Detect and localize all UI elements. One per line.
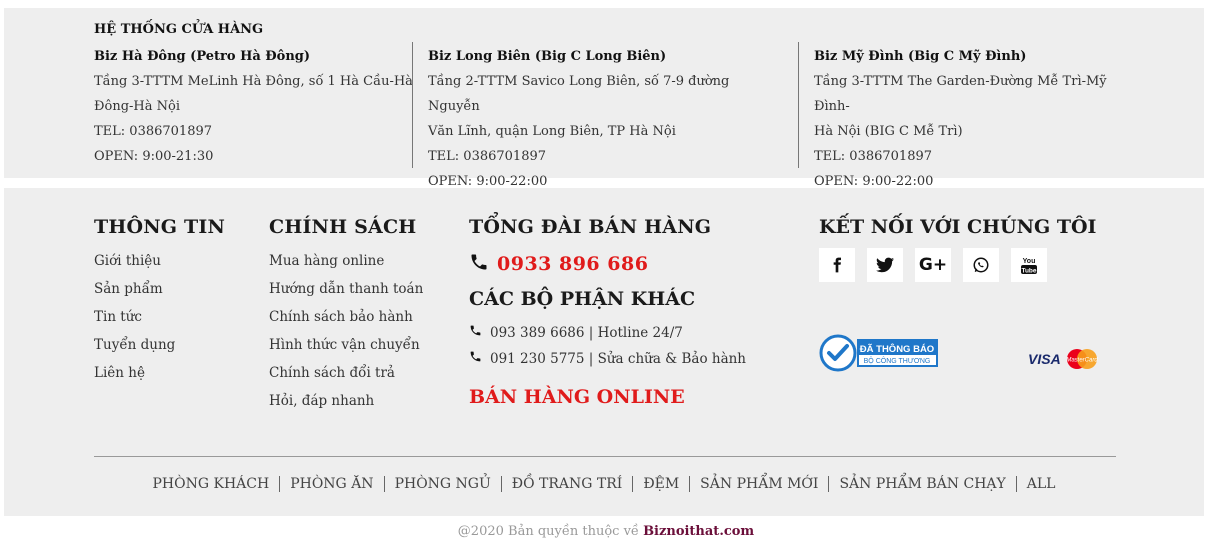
store-address: Tầng 3-TTTM MeLinh Hà Đông, số 1 Hà Cầu-… — [94, 74, 413, 89]
menu-item-mattress[interactable]: ĐỆM — [632, 476, 689, 492]
store-name: Biz Long Biên (Big C Long Biên) — [428, 49, 667, 64]
policy-title: CHÍNH SÁCH — [269, 216, 417, 238]
store-tel: TEL: 0386701897 — [428, 149, 547, 164]
payment-cards: VISA MasterCard — [1028, 348, 1099, 370]
menu-item-decor[interactable]: ĐỒ TRANG TRÍ — [500, 476, 633, 492]
department-phone[interactable]: 091 230 5775 | Sửa chữa & Bảo hành — [469, 350, 746, 367]
store-address: Tầng 2-TTTM Savico Long Biên, số 7-9 đườ… — [428, 74, 730, 114]
divider — [798, 42, 799, 168]
menu-item-dining-room[interactable]: PHÒNG ĂN — [279, 476, 383, 492]
google-plus-icon[interactable]: G+ — [915, 248, 951, 282]
badge-subtext: BỘ CÔNG THƯƠNG — [864, 356, 931, 365]
menu-item-all[interactable]: ALL — [1015, 476, 1066, 492]
store-system-section: HỆ THỐNG CỬA HÀNG Biz Hà Đông (Petro Hà … — [4, 8, 1204, 189]
youtube-icon[interactable]: You Tube — [1011, 248, 1047, 282]
info-title: THÔNG TIN — [94, 216, 226, 238]
info-link[interactable]: Liên hệ — [94, 362, 175, 390]
department-phone[interactable]: 093 389 6686 | Hotline 24/7 — [469, 324, 683, 341]
department-phone-text: 091 230 5775 | Sửa chữa & Bảo hành — [490, 350, 747, 367]
store-name: Biz Mỹ Đình (Big C Mỹ Đình) — [814, 49, 1027, 64]
hotline-number[interactable]: 0933 896 686 — [497, 253, 648, 275]
store-hours: OPEN: 9:00-21:30 — [94, 149, 214, 164]
footer-divider — [94, 456, 1116, 457]
phone-icon — [469, 350, 482, 367]
info-link[interactable]: Sản phẩm — [94, 278, 175, 306]
menu-item-bedroom[interactable]: PHÒNG NGỦ — [383, 476, 501, 492]
policy-link[interactable]: Hình thức vận chuyển — [269, 334, 423, 362]
online-sales-link[interactable]: BÁN HÀNG ONLINE — [469, 386, 685, 408]
store-name: Biz Hà Đông (Petro Hà Đông) — [94, 49, 311, 64]
brand-link[interactable]: Biznoithat.com — [643, 524, 754, 539]
footer-section: THÔNG TIN Giới thiệu Sản phẩm Tin tức Tu… — [4, 188, 1204, 516]
store-system-title: HỆ THỐNG CỬA HÀNG — [94, 22, 264, 37]
policy-links: Mua hàng online Hướng dẫn thanh toán Chí… — [269, 250, 423, 418]
svg-text:Tube: Tube — [1021, 268, 1036, 275]
copyright: @2020 Bản quyền thuộc về Biznoithat.com — [0, 524, 1212, 539]
twitter-icon[interactable] — [867, 248, 903, 282]
menu-item-new-products[interactable]: SẢN PHẨM MỚI — [689, 476, 828, 492]
policy-link[interactable]: Mua hàng online — [269, 250, 423, 278]
policy-link[interactable]: Hướng dẫn thanh toán — [269, 278, 423, 306]
info-link[interactable]: Tuyển dụng — [94, 334, 175, 362]
store-address: Văn Lĩnh, quận Long Biên, TP Hà Nội — [428, 124, 676, 139]
store-address: Tầng 3-TTTM The Garden-Đường Mễ Trì-Mỹ Đ… — [814, 74, 1107, 114]
divider — [412, 42, 413, 168]
policy-link[interactable]: Hỏi, đáp nhanh — [269, 390, 423, 418]
store-tel: TEL: 0386701897 — [814, 149, 933, 164]
store-address: Hà Nội (BIG C Mễ Trì) — [814, 124, 963, 139]
phone-icon — [469, 324, 482, 341]
store-tel: TEL: 0386701897 — [94, 124, 213, 139]
social-links: G+ You Tube — [819, 248, 1047, 282]
store-my-dinh: Biz Mỹ Đình (Big C Mỹ Đình) Tầng 3-TTTM … — [814, 44, 1134, 194]
connect-title: KẾT NỐI VỚI CHÚNG TÔI — [819, 216, 1097, 238]
mastercard-icon: MasterCard — [1065, 348, 1099, 370]
sales-title: TỔNG ĐÀI BÁN HÀNG — [469, 216, 712, 238]
facebook-icon[interactable] — [819, 248, 855, 282]
svg-text:You: You — [1023, 258, 1036, 265]
info-links: Giới thiệu Sản phẩm Tin tức Tuyển dụng L… — [94, 250, 175, 390]
info-link[interactable]: Tin tức — [94, 306, 175, 334]
copyright-text: @2020 Bản quyền thuộc về — [457, 524, 639, 539]
policy-link[interactable]: Chính sách bảo hành — [269, 306, 423, 334]
store-ha-dong: Biz Hà Đông (Petro Hà Đông) Tầng 3-TTTM … — [94, 44, 434, 169]
policy-link[interactable]: Chính sách đổi trả — [269, 362, 423, 390]
info-link[interactable]: Giới thiệu — [94, 250, 175, 278]
store-address: Đông-Hà Nội — [94, 99, 180, 114]
phone-icon — [469, 252, 489, 276]
menu-item-best-sellers[interactable]: SẢN PHẨM BÁN CHẠY — [828, 476, 1015, 492]
mastercard-text: MasterCard — [1066, 358, 1098, 364]
department-phone-text: 093 389 6686 | Hotline 24/7 — [490, 324, 683, 341]
hotline[interactable]: 0933 896 686 — [469, 252, 648, 276]
badge-text: ĐÃ THÔNG BÁO — [860, 343, 934, 355]
store-long-bien: Biz Long Biên (Big C Long Biên) Tầng 2-T… — [428, 44, 768, 194]
other-departments-title: CÁC BỘ PHẬN KHÁC — [469, 288, 696, 310]
whatsapp-icon[interactable] — [963, 248, 999, 282]
menu-item-living-room[interactable]: PHÒNG KHÁCH — [143, 476, 280, 492]
visa-icon: VISA — [1028, 351, 1061, 367]
bottom-category-menu: PHÒNG KHÁCH PHÒNG ĂN PHÒNG NGỦ ĐỒ TRANG … — [4, 476, 1204, 492]
ministry-notified-badge[interactable]: ĐÃ THÔNG BÁO BỘ CÔNG THƯƠNG — [819, 334, 939, 372]
